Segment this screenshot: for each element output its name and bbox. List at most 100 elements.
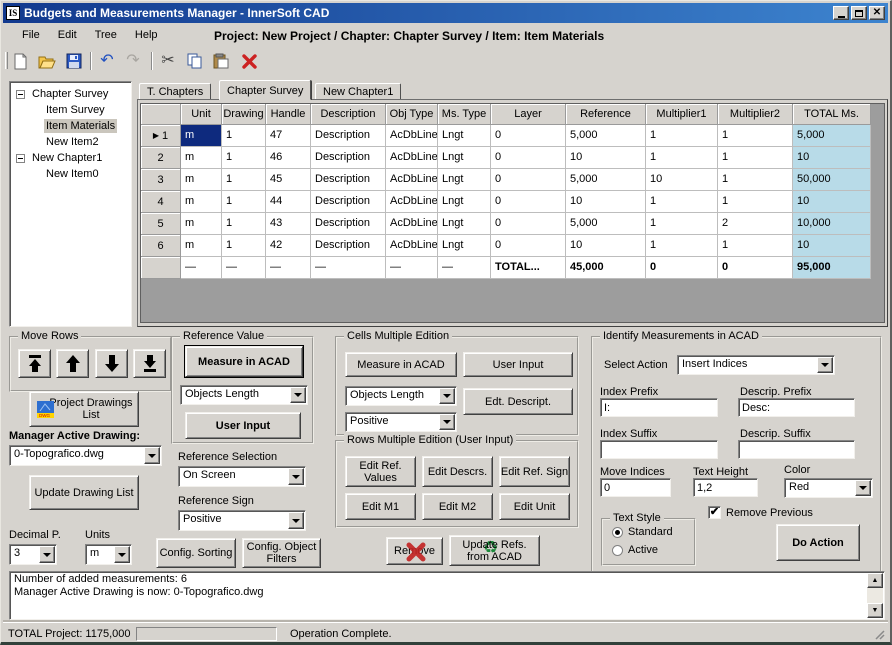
delete-button[interactable] [238,50,260,72]
grid-cell[interactable]: 1 [646,147,718,169]
grid-header-cell[interactable]: Description [311,104,386,125]
grid-cell[interactable]: 1 [646,191,718,213]
grid-header-cell[interactable]: Layer [491,104,566,125]
grid-cell[interactable]: 0 [491,235,566,257]
remove-previous-checkbox[interactable]: ✔ Remove Previous [708,506,813,519]
grid-cell[interactable]: 5,000 [566,169,646,191]
grid-cell[interactable]: 43 [266,213,311,235]
active-drawing-select[interactable]: 0-Topografico.dwg [9,445,162,466]
tree-item-item-survey[interactable]: Item Survey [10,102,131,118]
grid-cell[interactable]: m [181,147,222,169]
edit-ref-sign-button[interactable]: Edit Ref. Sign [499,456,570,487]
move-row-bottom-button[interactable] [133,349,166,378]
grid-header-cell[interactable]: Multiplier1 [646,104,718,125]
grid-cell[interactable]: 44 [266,191,311,213]
grid-header-cell[interactable]: Unit [181,104,222,125]
grid-cell[interactable]: 50,000 [793,169,871,191]
menu-edit[interactable]: Edit [49,26,86,44]
grid-header-cell[interactable]: Multiplier2 [718,104,793,125]
grid-row-header[interactable]: 4 [141,191,181,213]
grid-cell[interactable]: 0 [491,125,566,147]
remove-button[interactable]: Remove [386,537,443,565]
new-button[interactable] [9,50,31,72]
grid-cell[interactable]: 1 [718,235,793,257]
config-sorting-button[interactable]: Config. Sorting [156,538,236,568]
collapse-icon[interactable] [16,90,25,99]
grid-cell[interactable]: Lngt [438,147,491,169]
grid-cell[interactable]: 1 [222,235,266,257]
user-input-button[interactable]: User Input [185,412,301,439]
grid-cell[interactable]: m [181,191,222,213]
grid-header-cell[interactable]: Drawing [222,104,266,125]
descrip-suffix-input[interactable] [738,440,855,459]
grid-row-header[interactable]: ▶1 [141,125,181,147]
grid-row-header[interactable]: 3 [141,169,181,191]
save-button[interactable] [63,50,85,72]
reference-mode-select[interactable]: Objects Length [180,385,308,405]
grid-cell[interactable]: 1 [222,147,266,169]
copy-button[interactable] [184,50,206,72]
move-row-up-button[interactable] [56,349,89,378]
collapse-icon[interactable] [16,154,25,163]
grid-cell[interactable]: 10 [566,235,646,257]
radio-active[interactable]: Active [612,544,658,556]
grid-cell[interactable]: AcDbLine [386,213,438,235]
do-action-button[interactable]: Do Action [776,524,860,561]
update-refs-button[interactable]: ♻ Update Refs. from ACAD [449,535,540,566]
grid-cell[interactable]: 1 [646,235,718,257]
edit-descript-button[interactable]: Edt. Descript. [463,388,573,415]
dropdown-button[interactable] [288,512,304,529]
grid-cell[interactable]: Description [311,191,386,213]
index-suffix-input[interactable] [600,440,718,459]
dropdown-button[interactable] [144,447,160,464]
cells-user-input-button[interactable]: User Input [463,352,573,377]
reference-sign-select[interactable]: Positive [178,510,306,531]
update-drawing-list-button[interactable]: Update Drawing List [29,475,139,510]
move-row-down-button[interactable] [95,349,128,378]
measure-in-acad-button[interactable]: Measure in ACAD [185,346,303,377]
grid-cell[interactable]: Description [311,213,386,235]
tree-item-new-item2[interactable]: New Item2 [10,134,131,150]
tree-item-chapter-survey[interactable]: Chapter Survey [10,86,131,102]
grid-cell[interactable]: Description [311,169,386,191]
dropdown-button[interactable] [290,387,306,403]
grid-corner-cell[interactable] [141,104,181,125]
undo-button[interactable]: ↶ [96,50,118,72]
dropdown-button[interactable] [817,357,833,373]
grid-cell[interactable]: 0 [491,169,566,191]
grid-cell[interactable]: 1 [646,213,718,235]
grid-cell[interactable]: 10 [793,235,871,257]
edit-m1-button[interactable]: Edit M1 [345,493,416,520]
grid-cell[interactable]: 46 [266,147,311,169]
grid-header-cell[interactable]: Handle [266,104,311,125]
grid-cell[interactable]: m [181,213,222,235]
tab-t.-chapters[interactable]: T. Chapters [139,83,211,100]
edit-m2-button[interactable]: Edit M2 [422,493,493,520]
grid-cell[interactable]: 5,000 [793,125,871,147]
cells-measure-in-acad-button[interactable]: Measure in ACAD [345,352,457,377]
menu-help[interactable]: Help [126,26,167,44]
reference-selection-select[interactable]: On Screen [178,466,306,487]
cells-mode-select[interactable]: Objects Length [345,386,457,406]
grid-cell[interactable]: Lngt [438,213,491,235]
grid-cell[interactable]: AcDbLine [386,169,438,191]
grid-cell[interactable]: 1 [222,191,266,213]
grid-cell[interactable]: 10 [646,169,718,191]
grid-header-cell[interactable]: Reference [566,104,646,125]
move-row-top-button[interactable] [18,349,51,378]
grid-cell[interactable]: Description [311,147,386,169]
menu-file[interactable]: File [13,26,49,44]
open-button[interactable] [36,50,58,72]
grid-header-cell[interactable]: Obj Type [386,104,438,125]
grid-cell[interactable]: m [181,169,222,191]
grid-cell[interactable]: Description [311,235,386,257]
grid-row-header[interactable]: 6 [141,235,181,257]
grid-cell[interactable]: 1 [718,147,793,169]
config-object-filters-button[interactable]: Config. Object Filters [242,538,321,568]
grid-cell[interactable]: 10 [793,147,871,169]
dropdown-button[interactable] [39,546,55,563]
log-box[interactable]: Number of added measurements: 6Manager A… [9,571,885,620]
edit-unit-button[interactable]: Edit Unit [499,493,570,520]
title-bar[interactable]: IS Budgets and Measurements Manager - In… [3,3,888,23]
grid-cell[interactable]: 1 [222,213,266,235]
